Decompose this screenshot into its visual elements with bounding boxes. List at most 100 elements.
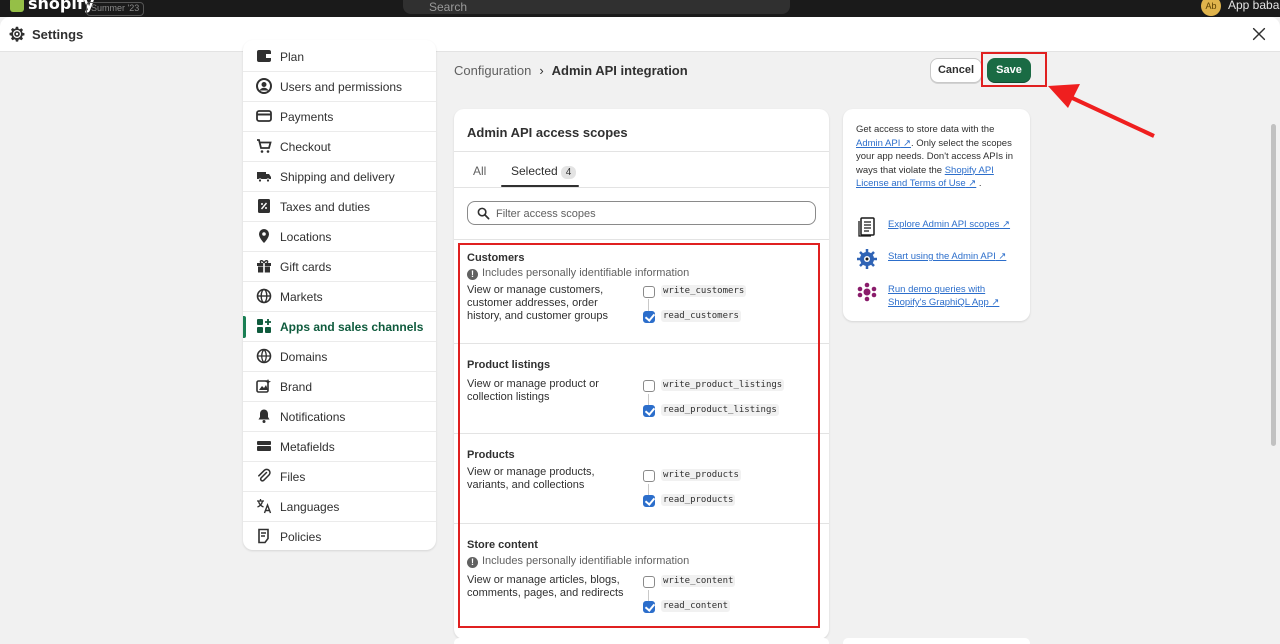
resource-start-admin-api[interactable]: Start using the Admin API ↗ bbox=[856, 248, 1026, 276]
nav-item-label: Users and permissions bbox=[280, 80, 403, 94]
nav-item-brand[interactable]: Brand bbox=[243, 372, 436, 402]
breadcrumb: Configuration › Admin API integration bbox=[454, 63, 688, 78]
resource-label-text: Start using the Admin API bbox=[888, 251, 996, 262]
gift-icon bbox=[257, 260, 271, 273]
scopes-highlight-box bbox=[458, 243, 820, 628]
settings-header: Settings bbox=[0, 17, 1280, 52]
tax-icon bbox=[258, 199, 270, 213]
info-text: Get access to store data with the Admin … bbox=[856, 123, 1021, 191]
nav-item-label: Notifications bbox=[280, 410, 346, 424]
info-text-part: . bbox=[978, 178, 982, 189]
tab-selected-label: Selected bbox=[511, 164, 558, 178]
filter-scopes-input[interactable]: Filter access scopes bbox=[467, 201, 816, 225]
annotation-arrow bbox=[1048, 84, 1155, 138]
nav-item-shipping-and-delivery[interactable]: Shipping and delivery bbox=[243, 162, 436, 192]
nav-item-label: Locations bbox=[280, 230, 332, 244]
tab-selected[interactable]: Selected 4 bbox=[511, 164, 577, 179]
brand-icon bbox=[256, 379, 271, 393]
document-icon bbox=[858, 217, 875, 237]
close-icon[interactable] bbox=[1250, 25, 1268, 43]
nav-item-metafields[interactable]: Metafields bbox=[243, 432, 436, 462]
nav-item-taxes-and-duties[interactable]: Taxes and duties bbox=[243, 192, 436, 222]
nav-item-notifications[interactable]: Notifications bbox=[243, 402, 436, 432]
nav-item-gift-cards[interactable]: Gift cards bbox=[243, 252, 436, 282]
resource-label: Explore Admin API scopes ↗ bbox=[888, 219, 1011, 230]
card-title: Admin API access scopes bbox=[467, 125, 628, 140]
nav-item-apps-and-sales-channels[interactable]: Apps and sales channels bbox=[243, 312, 436, 342]
nav-item-label: Gift cards bbox=[280, 260, 332, 274]
nav-item-label: Markets bbox=[280, 290, 323, 304]
policy-icon bbox=[258, 528, 269, 544]
plan-icon bbox=[257, 50, 271, 62]
resource-label: Run demo queries with Shopify's GraphiQL… bbox=[888, 284, 1000, 308]
nav-item-policies[interactable]: Policies bbox=[243, 522, 436, 552]
graphql-icon bbox=[857, 282, 877, 302]
nav-item-label: Shipping and delivery bbox=[280, 170, 395, 184]
filter-placeholder: Filter access scopes bbox=[496, 208, 596, 220]
language-icon bbox=[257, 499, 272, 514]
metafields-icon bbox=[257, 441, 271, 451]
user-name[interactable]: App baba bbox=[1228, 0, 1279, 12]
resource-explore-scopes[interactable]: Explore Admin API scopes ↗ bbox=[856, 216, 1026, 244]
admin-api-info-card: Get access to store data with the Admin … bbox=[843, 109, 1030, 321]
shopify-logo[interactable]: shopify bbox=[10, 0, 94, 13]
globe-icon bbox=[256, 288, 272, 304]
resource-label-text: Explore Admin API scopes bbox=[888, 219, 1000, 230]
info-text-part: Get access to store data with the bbox=[856, 124, 995, 135]
nav-item-label: Policies bbox=[280, 530, 322, 544]
search-icon bbox=[477, 207, 490, 220]
nav-item-checkout[interactable]: Checkout bbox=[243, 132, 436, 162]
avatar[interactable]: Ab bbox=[1201, 0, 1221, 16]
nav-item-markets[interactable]: Markets bbox=[243, 282, 436, 312]
domains-icon bbox=[256, 348, 272, 364]
gear-icon bbox=[9, 26, 25, 42]
paperclip-icon bbox=[258, 468, 271, 482]
page-scrollbar[interactable] bbox=[1271, 124, 1276, 446]
nav-item-label: Domains bbox=[280, 350, 328, 364]
admin-api-link[interactable]: Admin API ↗ bbox=[856, 138, 911, 149]
link-label: Admin API bbox=[856, 137, 901, 149]
next-info-card-edge bbox=[843, 638, 1030, 644]
breadcrumb-configuration-link[interactable]: Configuration bbox=[454, 63, 531, 78]
shopify-bag-icon bbox=[10, 0, 24, 12]
nav-item-users-and-permissions[interactable]: Users and permissions bbox=[243, 72, 436, 102]
location-icon bbox=[259, 229, 269, 243]
nav-item-label: Metafields bbox=[280, 440, 335, 454]
chevron-right-icon: › bbox=[539, 63, 544, 78]
resource-graphiql-app[interactable]: Run demo queries with Shopify's GraphiQL… bbox=[856, 281, 1026, 309]
nav-item-plan[interactable]: Plan bbox=[243, 42, 436, 72]
nav-item-label: Payments bbox=[280, 110, 334, 124]
store-badge: Summer '23 bbox=[86, 2, 145, 16]
nav-item-payments[interactable]: Payments bbox=[243, 102, 436, 132]
nav-item-label: Checkout bbox=[280, 140, 331, 154]
cart-icon bbox=[257, 139, 272, 153]
cancel-button[interactable]: Cancel bbox=[930, 58, 982, 83]
gears-icon bbox=[857, 249, 877, 269]
nav-item-locations[interactable]: Locations bbox=[243, 222, 436, 252]
payments-icon bbox=[256, 110, 272, 122]
resource-label-text: Run demo queries with Shopify's GraphiQL… bbox=[888, 284, 989, 308]
divider bbox=[454, 187, 829, 188]
nav-item-files[interactable]: Files bbox=[243, 462, 436, 492]
nav-item-label: Apps and sales channels bbox=[280, 320, 424, 334]
admin-topbar: shopify Summer '23 Search Ab App baba bbox=[0, 0, 1280, 17]
divider bbox=[454, 151, 829, 152]
save-button-highlight-box bbox=[981, 52, 1047, 87]
nav-item-label: Languages bbox=[280, 500, 340, 514]
logo-text: shopify bbox=[28, 0, 95, 13]
user-icon bbox=[256, 78, 272, 94]
nav-item-domains[interactable]: Domains bbox=[243, 342, 436, 372]
selected-count-badge: 4 bbox=[560, 166, 577, 179]
page-title: Settings bbox=[32, 27, 84, 42]
next-card-edge bbox=[454, 638, 829, 644]
nav-item-label: Brand bbox=[280, 380, 313, 394]
apps-icon bbox=[257, 319, 271, 333]
nav-item-languages[interactable]: Languages bbox=[243, 492, 436, 522]
tab-all[interactable]: All bbox=[473, 164, 486, 178]
bell-icon bbox=[258, 409, 270, 423]
truck-icon bbox=[257, 172, 271, 183]
resource-label: Start using the Admin API ↗ bbox=[888, 251, 1007, 262]
settings-nav: Plan Users and permissions Payments Chec… bbox=[243, 40, 436, 550]
global-search-input[interactable]: Search bbox=[403, 0, 790, 14]
nav-item-label: Taxes and duties bbox=[280, 200, 371, 214]
